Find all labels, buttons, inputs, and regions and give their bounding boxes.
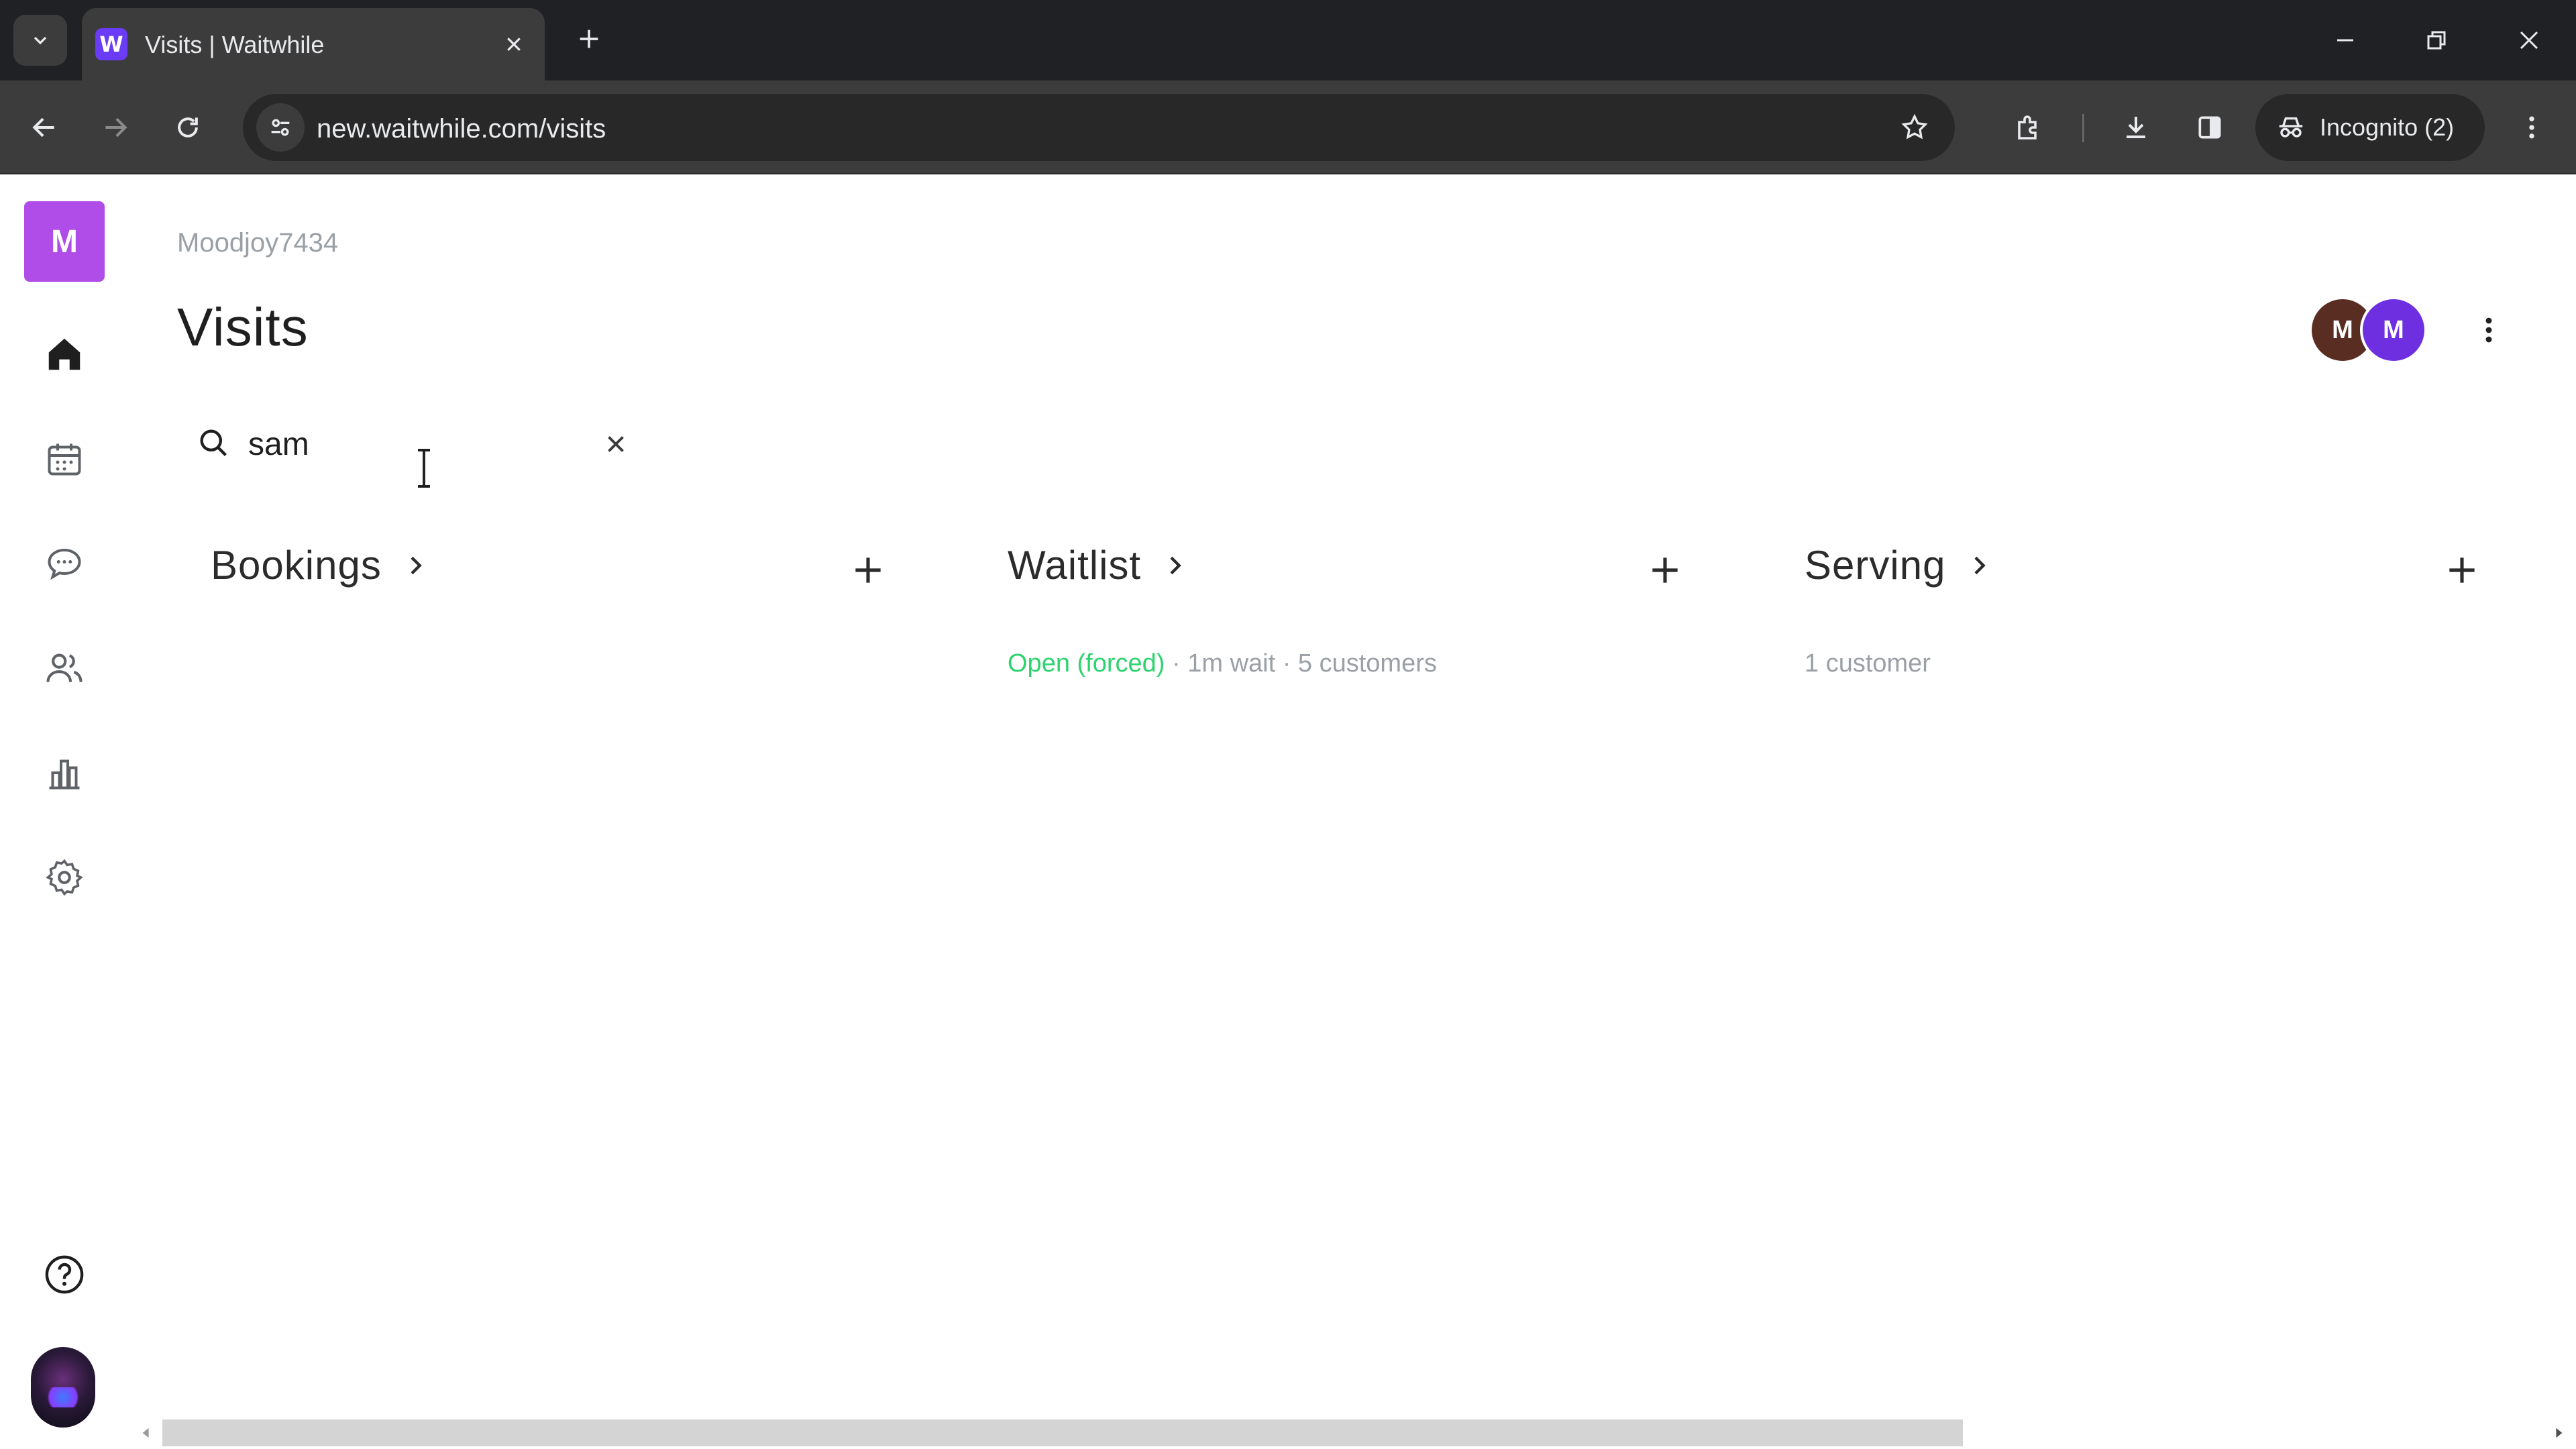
bookings-column: Bookings [211, 534, 949, 614]
column-title: Waitlist [1008, 543, 1142, 588]
chevron-down-icon [34, 36, 47, 45]
extensions-button[interactable] [2002, 101, 2055, 154]
bookmark-button[interactable] [1890, 103, 1939, 152]
breadcrumb-org-name[interactable]: Moodjoy7434 [177, 228, 338, 258]
browser-menu-button[interactable] [2505, 101, 2559, 154]
restore-icon [2427, 31, 2446, 50]
search-icon [195, 424, 232, 462]
chevron-right-icon [1170, 556, 1181, 574]
page-title: Visits [177, 297, 309, 357]
add-to-waitlist-button[interactable] [1638, 543, 1692, 597]
plus-icon [2449, 557, 2475, 583]
close-window-button[interactable] [2502, 15, 2556, 66]
triangle-right-icon [2556, 1428, 2563, 1438]
triangle-left-icon [142, 1428, 149, 1438]
tab-close-button[interactable] [496, 27, 531, 62]
nav-settings[interactable] [31, 844, 98, 911]
browser-toolbar: new.waitwhile.com/visits Incognito (2) [0, 80, 2576, 174]
incognito-indicator[interactable]: Incognito (2) [2255, 94, 2485, 161]
kebab-menu-icon [2529, 116, 2534, 139]
waitlist-stats: · 1m wait · 5 customers [1165, 649, 1437, 678]
close-icon [507, 38, 521, 51]
tab-title: Visits | Waitwhile [145, 31, 325, 58]
clear-search-button[interactable] [597, 425, 635, 463]
reload-icon [178, 117, 198, 138]
chevron-right-icon [1974, 556, 1986, 574]
scroll-left-button[interactable] [137, 1424, 156, 1442]
reload-button[interactable] [161, 101, 215, 154]
column-title: Bookings [211, 543, 382, 588]
downloads-button[interactable] [2109, 101, 2163, 154]
add-serving-button[interactable] [2435, 543, 2489, 597]
puzzle-icon [2018, 115, 2037, 140]
plus-icon [855, 557, 881, 583]
waitwhile-favicon-icon: W [95, 28, 127, 60]
tune-icon [271, 119, 290, 136]
bookings-header-link[interactable]: Bookings [211, 542, 429, 588]
nav-calendar[interactable] [31, 425, 98, 492]
serving-header-link[interactable]: Serving [1805, 542, 1992, 588]
serving-count: 1 customer [1805, 649, 1931, 678]
nav-messages[interactable] [31, 530, 98, 597]
back-button[interactable] [17, 101, 71, 154]
bar-chart-icon [49, 759, 80, 790]
plus-icon [1652, 557, 1678, 583]
close-icon [608, 436, 624, 452]
forward-button[interactable] [89, 101, 142, 154]
waitlist-open-status[interactable]: Open (forced) [1008, 649, 1165, 678]
minimize-button[interactable] [2318, 15, 2372, 66]
nav-home[interactable] [31, 321, 98, 388]
home-icon [48, 338, 80, 370]
add-booking-button[interactable] [841, 543, 895, 597]
calendar-icon [48, 443, 81, 476]
user-avatar[interactable] [31, 1347, 95, 1428]
page-more-menu-button[interactable] [2462, 301, 2516, 360]
help-button[interactable] [31, 1241, 98, 1308]
org-switcher[interactable]: M [24, 201, 105, 282]
waitlist-column: Waitlist [1008, 534, 1746, 614]
side-panel-icon [2198, 116, 2221, 139]
help-icon [45, 1255, 84, 1294]
address-bar[interactable]: new.waitwhile.com/visits [243, 94, 1955, 161]
minimize-icon [2337, 39, 2353, 42]
kebab-menu-icon [2485, 317, 2492, 343]
side-panel-button[interactable] [2183, 101, 2237, 154]
column-title: Serving [1805, 543, 1946, 588]
scroll-right-button[interactable] [2549, 1424, 2568, 1442]
site-info-button[interactable] [256, 103, 305, 152]
incognito-icon [2279, 117, 2303, 138]
url-text: new.waitwhile.com/visits [317, 114, 606, 144]
waitlist-status-line: Open (forced) · 1m wait · 5 customers [1008, 649, 1437, 678]
browser-tabstrip: W Visits | Waitwhile [0, 0, 2576, 80]
waitlist-header-link[interactable]: Waitlist [1008, 542, 1188, 588]
avatar[interactable]: M [2360, 297, 2427, 364]
nav-analytics[interactable] [31, 739, 98, 806]
chevron-right-icon [411, 556, 422, 574]
new-tab-button[interactable] [569, 19, 609, 59]
plus-icon [580, 30, 598, 48]
nav-customers[interactable] [31, 635, 98, 702]
restore-button[interactable] [2410, 15, 2463, 66]
app-sidebar: M [0, 176, 129, 1449]
gear-icon [46, 859, 83, 896]
incognito-label: Incognito (2) [2320, 113, 2455, 141]
people-icon [46, 653, 83, 682]
scrollbar-thumb[interactable] [162, 1419, 1963, 1446]
staff-avatars[interactable]: M M [2309, 297, 2430, 364]
browser-tab-active[interactable]: W Visits | Waitwhile [82, 8, 545, 80]
text-cursor-icon [418, 449, 430, 488]
chat-icon [48, 548, 81, 580]
toolbar-divider [2082, 114, 2084, 142]
serving-column: Serving [1805, 534, 2542, 614]
star-icon [1901, 113, 1928, 140]
close-icon [2520, 31, 2538, 50]
download-icon [2127, 117, 2145, 138]
tab-search-button[interactable] [13, 15, 67, 66]
arrow-right-icon [105, 117, 127, 138]
arrow-left-icon [32, 117, 54, 138]
